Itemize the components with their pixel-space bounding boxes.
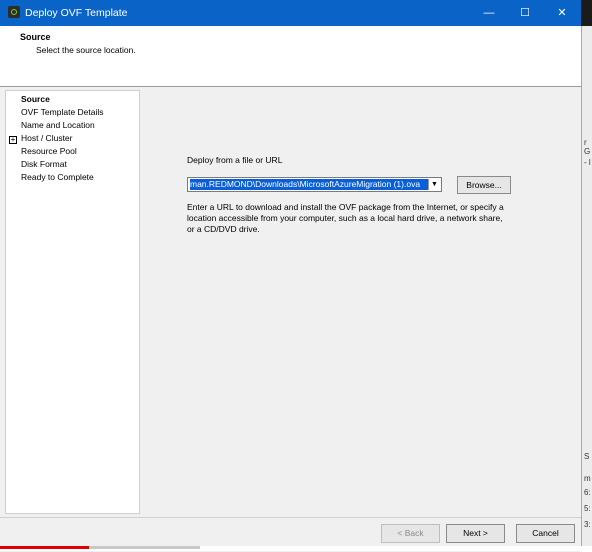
close-button[interactable]: ✕ [551, 4, 573, 22]
step-host-cluster[interactable]: Host / Cluster [21, 133, 73, 143]
background-text: r G [584, 138, 591, 156]
wizard-header: Source Select the source location. [0, 26, 581, 87]
background-text: 5: [584, 504, 591, 513]
back-button[interactable]: < Back [381, 524, 440, 543]
step-disk-format[interactable]: Disk Format [21, 159, 67, 169]
background-window-edge [581, 0, 592, 26]
page-subtitle: Select the source location. [36, 45, 136, 55]
source-description: Enter a URL to download and install the … [187, 202, 504, 234]
progress-fill [0, 546, 89, 549]
background-text: m [584, 474, 591, 483]
maximize-button[interactable]: ☐ [514, 4, 536, 22]
background-text: S [584, 452, 590, 461]
wizard-body: Source OVF Template Details Name and Loc… [0, 87, 581, 517]
deploy-source-label: Deploy from a file or URL [187, 155, 283, 165]
browse-button[interactable]: Browse... [457, 176, 511, 194]
step-resource-pool[interactable]: Resource Pool [21, 146, 77, 156]
vsphere-app-icon [8, 6, 20, 18]
step-source[interactable]: Source [21, 94, 50, 104]
background-text: - l [584, 158, 591, 167]
step-ready-to-complete[interactable]: Ready to Complete [21, 172, 94, 182]
next-button[interactable]: Next > [446, 524, 505, 543]
background-text: 6: [584, 488, 591, 497]
source-path-value[interactable]: man.REDMOND\Downloads\MicrosoftAzureMigr… [190, 179, 429, 190]
cancel-button[interactable]: Cancel [516, 524, 575, 543]
page-title: Source [20, 32, 51, 42]
expand-icon[interactable]: + [9, 136, 17, 144]
window-title: Deploy OVF Template [25, 7, 128, 19]
step-ovf-template-details[interactable]: OVF Template Details [21, 107, 104, 117]
dropdown-arrow-icon[interactable]: ▼ [428, 179, 440, 190]
video-progress-bar[interactable] [0, 546, 592, 551]
background-window-strip: r G - l S m 6: 5: 3: [581, 26, 592, 551]
title-bar[interactable]: Deploy OVF Template — ☐ ✕ [0, 0, 592, 26]
source-path-combobox[interactable]: man.REDMOND\Downloads\MicrosoftAzureMigr… [187, 177, 442, 192]
step-name-and-location[interactable]: Name and Location [21, 120, 95, 130]
steps-panel: Source OVF Template Details Name and Loc… [5, 90, 140, 514]
background-text: 3: [584, 520, 591, 529]
minimize-button[interactable]: — [478, 4, 500, 22]
